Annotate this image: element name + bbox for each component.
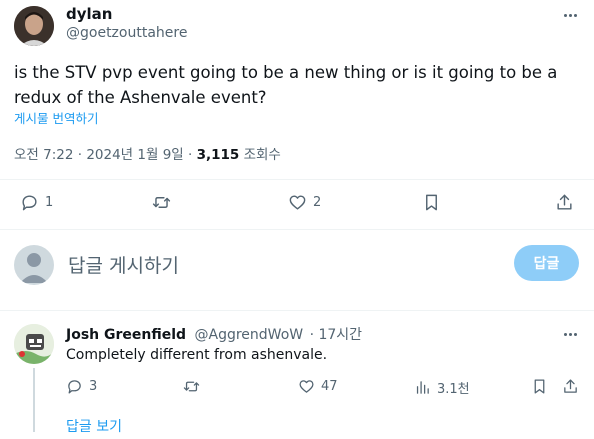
like-count: 2	[313, 195, 322, 210]
reply-submit-button[interactable]: 답글	[514, 245, 579, 281]
reply-reply-count: 3	[89, 379, 98, 394]
retweet-icon	[183, 381, 200, 392]
reply-author-avatar[interactable]	[14, 324, 54, 364]
analytics-icon	[416, 381, 429, 394]
reply-views-count: 3.1천	[437, 382, 470, 397]
reply-button[interactable]: 1	[20, 193, 53, 212]
heart-icon	[299, 380, 314, 393]
share-icon	[557, 194, 572, 210]
retweet-button[interactable]	[152, 193, 171, 212]
retweet-icon	[152, 197, 171, 208]
reply-author-handle[interactable]: @AggrendWoW	[195, 327, 304, 343]
bookmark-icon	[426, 194, 437, 211]
reply-author-name[interactable]: Josh Greenfield	[66, 327, 186, 343]
reply-text: Completely different from ashenvale.	[66, 347, 328, 363]
reply-like-count: 47	[321, 379, 338, 394]
reply-icon	[22, 195, 37, 211]
reply-input[interactable]: 답글 게시하기	[68, 251, 179, 278]
bookmark-button[interactable]	[422, 193, 441, 212]
author-name[interactable]: dylan	[66, 5, 112, 23]
tweet-meta: 오전 7:22 · 2024년 1월 9일 · 3,115 조회수	[14, 143, 281, 163]
thread-line	[33, 368, 35, 432]
reply-count: 1	[45, 195, 54, 210]
views-label: 조회수	[239, 147, 281, 163]
author-avatar-image	[14, 6, 54, 46]
reply-retweet-button[interactable]	[183, 378, 200, 395]
reply-views-button[interactable]: 3.1천	[414, 378, 470, 397]
author-avatar[interactable]	[14, 6, 54, 46]
reply-header: Josh Greenfield @AggrendWoW · 17시간	[66, 324, 362, 344]
reply-share-button[interactable]	[562, 378, 579, 395]
author-handle[interactable]: @goetzouttahere	[66, 25, 187, 41]
reply-reply-button[interactable]: 3	[66, 378, 97, 395]
reply-like-button[interactable]: 47	[298, 378, 338, 395]
share-icon	[564, 379, 577, 393]
default-user-icon	[20, 253, 48, 283]
bookmark-icon	[534, 379, 545, 394]
divider	[0, 229, 594, 230]
divider	[0, 179, 594, 180]
current-user-avatar[interactable]	[14, 245, 54, 285]
reply-time[interactable]: · 17시간	[310, 327, 362, 343]
heart-icon	[289, 195, 306, 210]
tweet-text: is the STV pvp event going to be a new t…	[14, 63, 558, 107]
reply-bookmark-button[interactable]	[531, 378, 548, 395]
like-button[interactable]: 2	[288, 193, 321, 212]
views-count: 3,115	[196, 147, 240, 163]
share-button[interactable]	[555, 193, 574, 212]
divider	[0, 310, 594, 311]
show-replies-link[interactable]: 답글 보기	[66, 416, 122, 436]
more-options-icon[interactable]	[564, 14, 577, 17]
reply-avatar-image	[14, 324, 54, 364]
reply-more-options-icon[interactable]	[564, 333, 577, 336]
translate-link[interactable]: 게시물 번역하기	[14, 108, 98, 127]
timestamp[interactable]: 오전 7:22 · 2024년 1월 9일 ·	[14, 147, 197, 163]
reply-icon	[68, 380, 81, 394]
